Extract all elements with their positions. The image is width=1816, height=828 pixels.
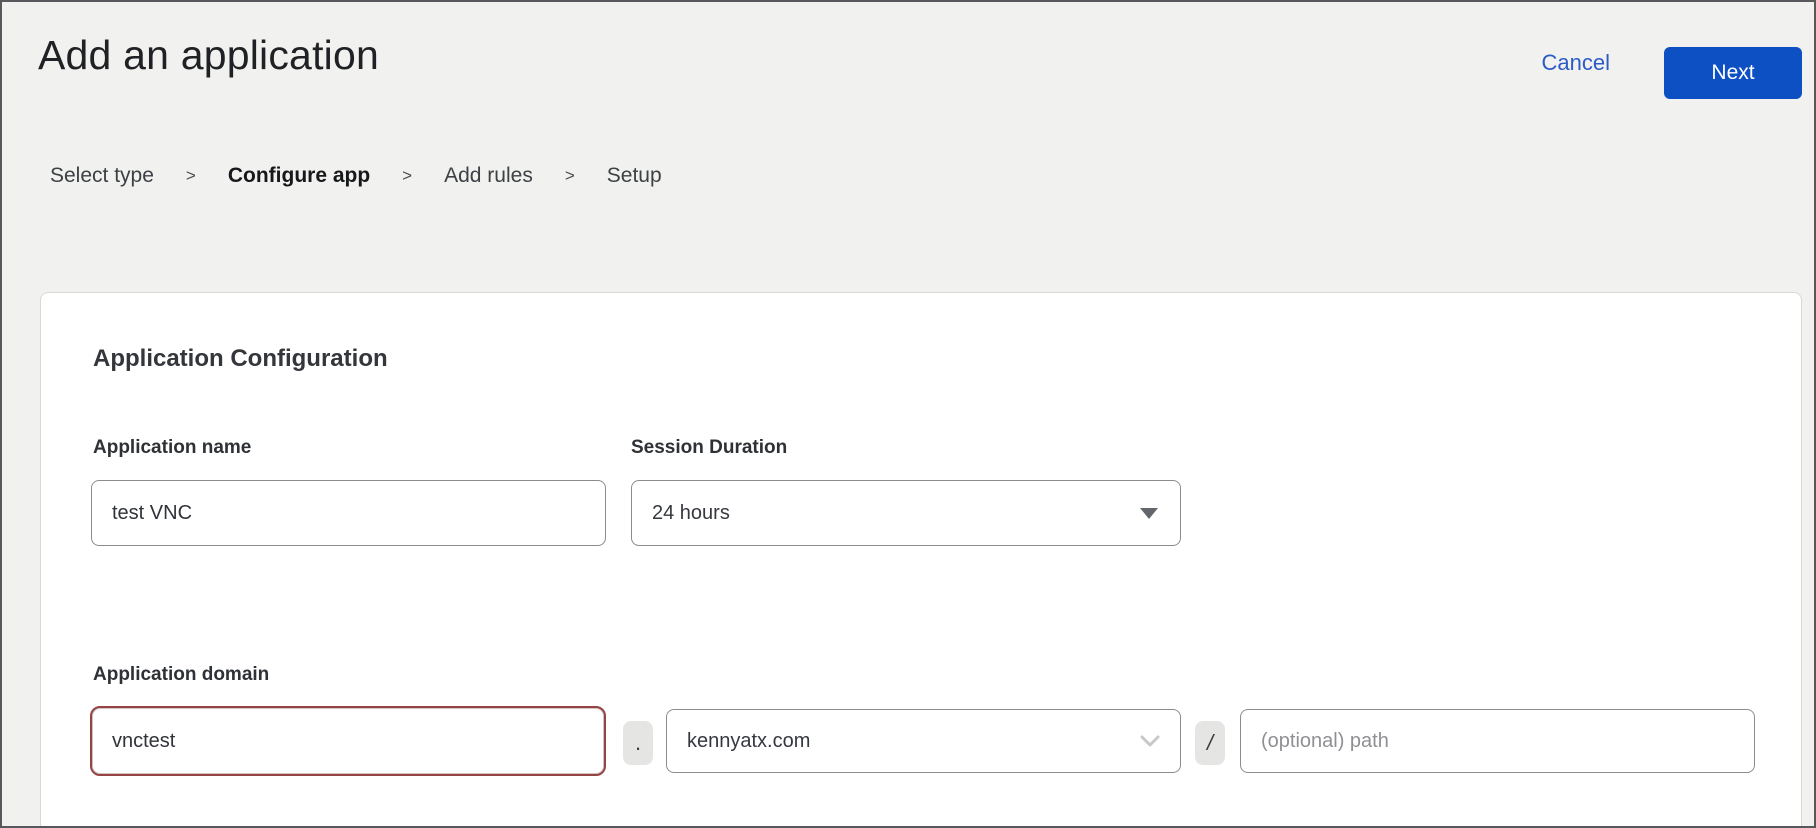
section-title: Application Configuration <box>93 345 388 373</box>
add-application-page: Add an application Cancel Next Select ty… <box>0 0 1816 828</box>
dot-separator: . <box>623 721 653 765</box>
breadcrumb-separator: > <box>565 166 575 186</box>
chevron-down-icon <box>1140 735 1160 747</box>
breadcrumb-step-add-rules[interactable]: Add rules <box>444 164 533 188</box>
application-configuration-card: Application Configuration Application na… <box>40 292 1802 828</box>
breadcrumb-separator: > <box>402 166 412 186</box>
application-domain-label: Application domain <box>93 664 269 686</box>
application-name-input[interactable] <box>91 480 606 546</box>
subdomain-input[interactable] <box>90 706 606 776</box>
page-title: Add an application <box>38 32 379 79</box>
next-button[interactable]: Next <box>1664 47 1802 99</box>
application-name-label: Application name <box>93 437 251 459</box>
session-duration-value: 24 hours <box>652 502 730 525</box>
breadcrumb-separator: > <box>186 166 196 186</box>
breadcrumb: Select type > Configure app > Add rules … <box>50 164 662 188</box>
cancel-button[interactable]: Cancel <box>1542 50 1610 76</box>
domain-select[interactable]: kennyatx.com <box>666 709 1181 773</box>
caret-down-icon <box>1140 508 1158 519</box>
session-duration-select[interactable]: 24 hours <box>631 480 1181 546</box>
breadcrumb-step-select-type[interactable]: Select type <box>50 164 154 188</box>
breadcrumb-step-configure-app[interactable]: Configure app <box>228 164 370 188</box>
slash-separator: / <box>1195 721 1225 765</box>
session-duration-label: Session Duration <box>631 437 787 459</box>
path-input[interactable] <box>1240 709 1755 773</box>
breadcrumb-step-setup[interactable]: Setup <box>607 164 662 188</box>
domain-value: kennyatx.com <box>687 730 810 753</box>
